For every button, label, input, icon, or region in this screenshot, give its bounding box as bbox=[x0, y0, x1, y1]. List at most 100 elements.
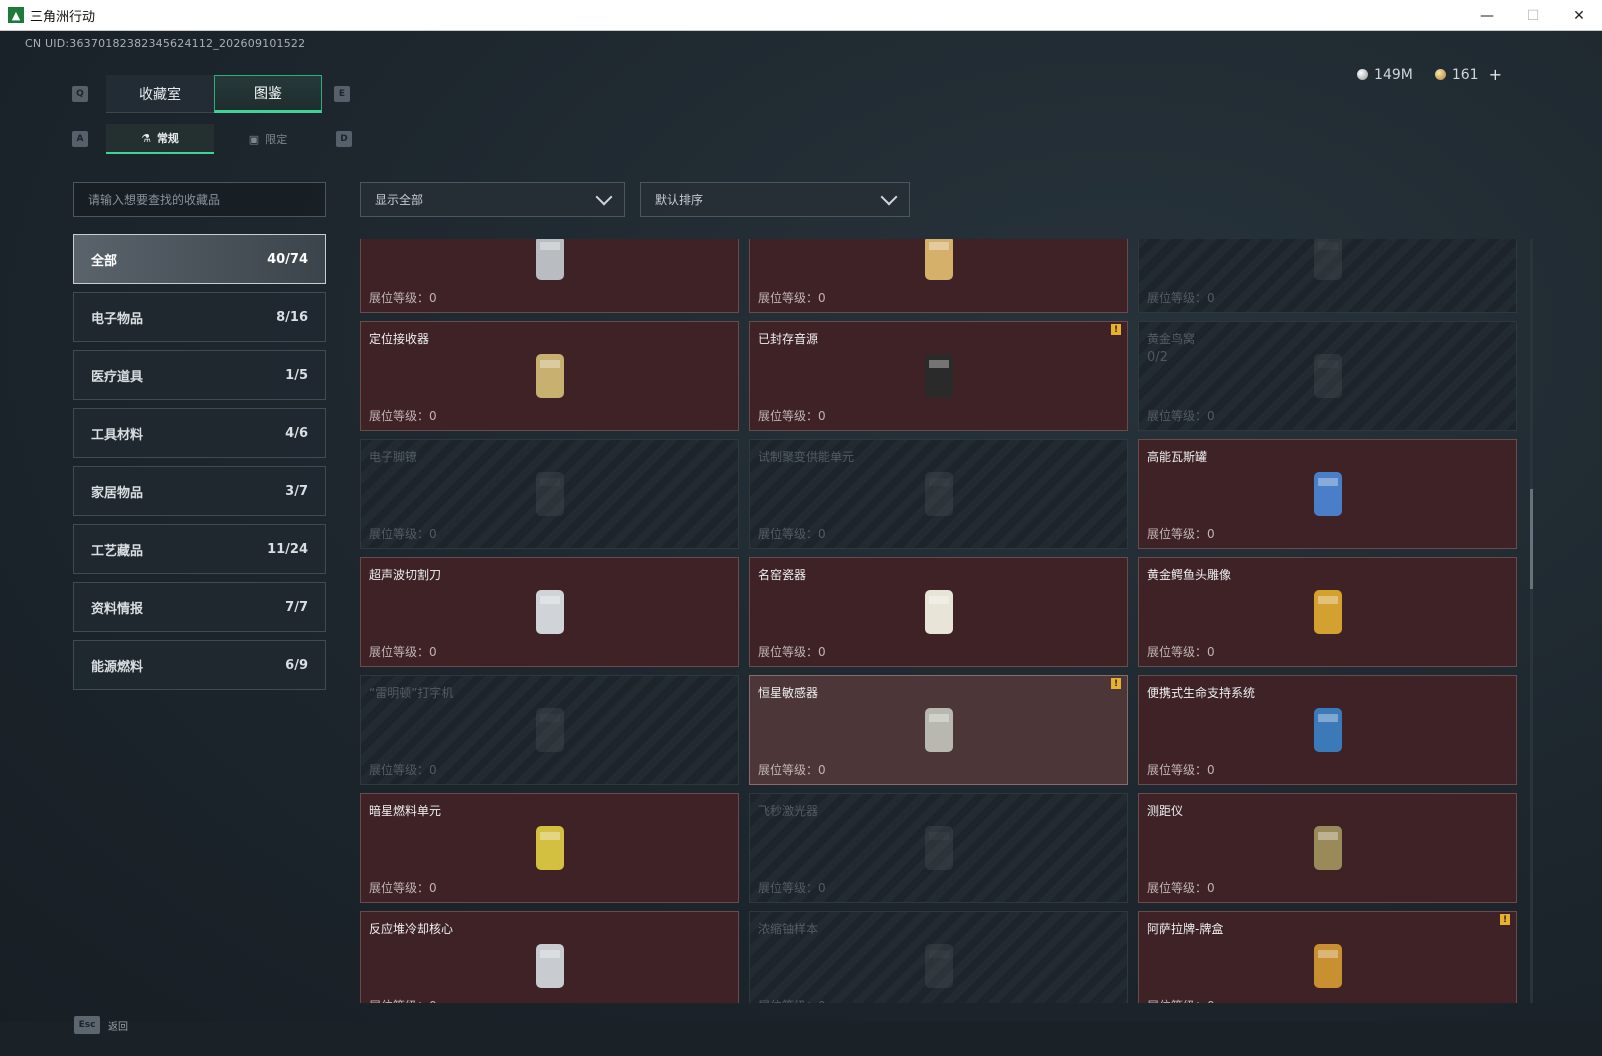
card-level-value: 0 bbox=[1207, 763, 1215, 777]
collection-card[interactable]: 名窑瓷器 展位等级：0 bbox=[749, 557, 1128, 667]
card-name: “雷明顿”打字机 bbox=[369, 686, 454, 700]
card-level-label: 展位等级： bbox=[369, 409, 430, 423]
card-name: 反应堆冷却核心 bbox=[369, 922, 454, 936]
card-level-label: 展位等级： bbox=[758, 645, 819, 659]
alert-badge-icon: ! bbox=[1111, 324, 1121, 335]
category-item[interactable]: 工艺藏品 11/24 bbox=[73, 524, 326, 574]
category-item[interactable]: 工具材料 4/6 bbox=[73, 408, 326, 458]
card-name: 测距仪 bbox=[1147, 804, 1184, 818]
collection-card[interactable]: 展位等级：0 bbox=[360, 239, 739, 313]
card-level-label: 展位等级： bbox=[1147, 881, 1208, 895]
search-input[interactable]: 请输入想要查找的收藏品 bbox=[73, 182, 326, 217]
tab-catalog[interactable]: 图鉴 bbox=[214, 75, 322, 113]
card-level-label: 展位等级： bbox=[1147, 999, 1207, 1003]
card-name: 已封存音源 bbox=[758, 332, 819, 346]
tab-limited[interactable]: ▣ 限定 bbox=[214, 124, 322, 154]
collection-card[interactable]: 黄金鳄鱼头雕像 展位等级：0 bbox=[1138, 557, 1517, 667]
category-item[interactable]: 医疗道具 1/5 bbox=[73, 350, 326, 400]
filter-dropdown[interactable]: 显示全部 bbox=[360, 182, 625, 217]
collection-card[interactable]: 黄金鸟窝 0/2 展位等级：0 bbox=[1138, 321, 1517, 431]
reactor-core-icon bbox=[535, 944, 564, 988]
category-count: 8/16 bbox=[276, 309, 308, 325]
collection-card[interactable]: 超声波切割刀 展位等级：0 bbox=[360, 557, 739, 667]
card-name: 暗星燃料单元 bbox=[369, 804, 442, 818]
category-item[interactable]: 资料情报 7/7 bbox=[73, 582, 326, 632]
card-level-value: 0 bbox=[1207, 291, 1215, 305]
card-level-label: 展位等级： bbox=[1147, 763, 1208, 777]
grid-scrollbar[interactable] bbox=[1530, 239, 1533, 1003]
category-count: 40/74 bbox=[267, 251, 308, 267]
bottom-bar bbox=[0, 1021, 1602, 1056]
category-label: 电子物品 bbox=[91, 311, 144, 327]
collection-card[interactable]: 阿萨拉牌-牌盒展位等级：0! bbox=[1138, 911, 1517, 1003]
collection-card[interactable]: 高能瓦斯罐 展位等级：0 bbox=[1138, 439, 1517, 549]
card-level-label: 展位等级： bbox=[369, 999, 429, 1003]
category-count: 3/7 bbox=[285, 483, 308, 499]
category-item[interactable]: 家居物品 3/7 bbox=[73, 466, 326, 516]
flask-icon: ⚗ bbox=[141, 131, 151, 145]
card-level-label: 展位等级： bbox=[369, 527, 430, 541]
card-level-value: 0 bbox=[429, 409, 437, 423]
laser-icon bbox=[924, 826, 953, 870]
category-item[interactable]: 能源燃料 6/9 bbox=[73, 640, 326, 690]
collection-card[interactable]: 展位等级：0 bbox=[749, 239, 1128, 313]
minimize-button[interactable]: — bbox=[1464, 0, 1510, 31]
card-level-label: 展位等级： bbox=[758, 881, 819, 895]
collection-card[interactable]: 便携式生命支持系统 展位等级：0 bbox=[1138, 675, 1517, 785]
sort-dropdown[interactable]: 默认排序 bbox=[640, 182, 910, 217]
collection-card[interactable]: 展位等级：0 bbox=[1138, 239, 1517, 313]
cutter-icon bbox=[535, 590, 564, 634]
back-button[interactable]: Esc 返回 bbox=[74, 1016, 128, 1034]
tab-collection-room[interactable]: 收藏室 bbox=[106, 75, 214, 113]
typewriter-icon bbox=[535, 708, 564, 752]
add-currency-button[interactable]: + bbox=[1489, 65, 1502, 84]
app-logo-icon: ▲ bbox=[8, 7, 24, 23]
category-count: 6/9 bbox=[285, 657, 308, 673]
card-level-label: 展位等级： bbox=[758, 291, 819, 305]
card-name: 飞秒激光器 bbox=[758, 804, 819, 818]
close-button[interactable]: ✕ bbox=[1556, 0, 1602, 31]
card-name: 黄金鳄鱼头雕像 bbox=[1147, 568, 1232, 582]
gas-canister-icon bbox=[1313, 472, 1342, 516]
gold-amount: 161 bbox=[1451, 66, 1479, 83]
collection-card[interactable]: 试制聚变供能单元 展位等级：0 bbox=[749, 439, 1128, 549]
filter-dropdown-value: 显示全部 bbox=[375, 193, 424, 207]
category-item[interactable]: 电子物品 8/16 bbox=[73, 292, 326, 342]
card-level-value: 0 bbox=[818, 409, 826, 423]
collection-card[interactable]: 恒星敏感器 展位等级：0! bbox=[749, 675, 1128, 785]
card-name: 便携式生命支持系统 bbox=[1147, 686, 1256, 700]
document-icon bbox=[924, 239, 953, 280]
card-level-value: 0 bbox=[429, 999, 437, 1003]
category-label: 资料情报 bbox=[91, 601, 144, 617]
collection-card[interactable]: “雷明顿”打字机 展位等级：0 bbox=[360, 675, 739, 785]
collection-card[interactable]: 测距仪 展位等级：0 bbox=[1138, 793, 1517, 903]
collection-card[interactable]: 电子脚镣 展位等级：0 bbox=[360, 439, 739, 549]
card-level-value: 0 bbox=[1207, 999, 1215, 1003]
top-tabs: 收藏室 图鉴 bbox=[106, 75, 322, 113]
category-count: 7/7 bbox=[285, 599, 308, 615]
scrollbar-thumb[interactable] bbox=[1530, 489, 1533, 589]
collection-card[interactable]: 浓缩铀样本展位等级：0 bbox=[749, 911, 1128, 1003]
collection-card[interactable]: 定位接收器 展位等级：0 bbox=[360, 321, 739, 431]
card-name: 试制聚变供能单元 bbox=[758, 450, 855, 464]
collection-card[interactable]: 已封存音源 展位等级：0! bbox=[749, 321, 1128, 431]
category-item[interactable]: 全部 40/74 bbox=[73, 234, 326, 284]
card-level: 展位等级：0 bbox=[1147, 289, 1215, 306]
collection-card[interactable]: 暗星燃料单元 展位等级：0 bbox=[360, 793, 739, 903]
collection-card[interactable]: 飞秒激光器 展位等级：0 bbox=[749, 793, 1128, 903]
card-level: 展位等级：0 bbox=[369, 879, 437, 896]
card-level: 展位等级：0 bbox=[369, 997, 437, 1003]
maximize-button[interactable]: ☐ bbox=[1510, 0, 1556, 31]
collection-card[interactable]: 反应堆冷却核心展位等级：0 bbox=[360, 911, 739, 1003]
category-list: 全部 40/74 电子物品 8/16 医疗道具 1/5 工具材料 4/6 家居物品 3/7 工艺藏品… bbox=[73, 234, 326, 698]
card-level-value: 0 bbox=[429, 763, 437, 777]
nest-icon bbox=[1313, 354, 1342, 398]
card-name: 电子脚镣 bbox=[369, 450, 418, 464]
card-level-value: 0 bbox=[818, 291, 826, 305]
card-level-label: 展位等级： bbox=[369, 645, 430, 659]
card-name: 黄金鸟窝 bbox=[1147, 332, 1196, 346]
tab-regular[interactable]: ⚗ 常规 bbox=[106, 124, 214, 154]
card-level-label: 展位等级： bbox=[369, 763, 430, 777]
card-level: 展位等级：0 bbox=[1147, 761, 1215, 778]
fuel-cell-icon bbox=[535, 826, 564, 870]
